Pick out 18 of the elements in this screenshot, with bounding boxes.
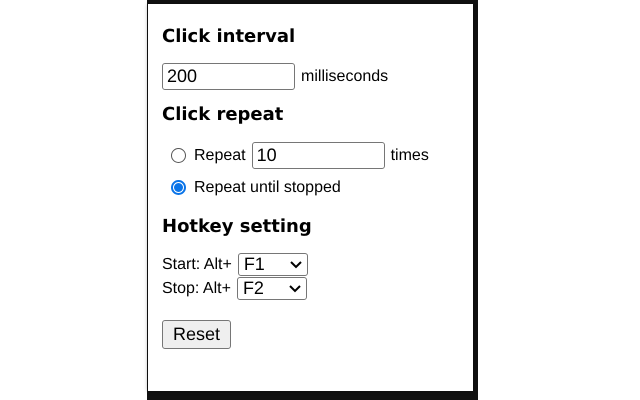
radio-label: Repeat [194, 146, 246, 164]
radio-label: Repeat until stopped [194, 178, 341, 196]
hotkey-label: Stop: Alt+ [162, 280, 231, 298]
hotkey-dropdown[interactable]: F2 [236, 277, 307, 300]
chevron-icon [288, 284, 301, 292]
radio-button[interactable] [171, 148, 186, 163]
unit-label: milliseconds [301, 68, 388, 86]
radio-button[interactable] [171, 180, 186, 195]
section-heading: Click repeat [162, 104, 284, 125]
chevron-icon [290, 260, 302, 268]
unit-label: times [390, 146, 429, 164]
hotkey-label: Start: Alt+ [162, 256, 232, 274]
reset-button[interactable]: Reset [162, 320, 232, 349]
interval-field[interactable]: 200 [162, 63, 295, 90]
section-heading: Hotkey setting [162, 216, 313, 237]
section-heading: Click interval [162, 26, 296, 47]
repeat-count-field[interactable]: 10 [252, 142, 385, 169]
hotkey-dropdown[interactable]: F1 [238, 253, 308, 276]
